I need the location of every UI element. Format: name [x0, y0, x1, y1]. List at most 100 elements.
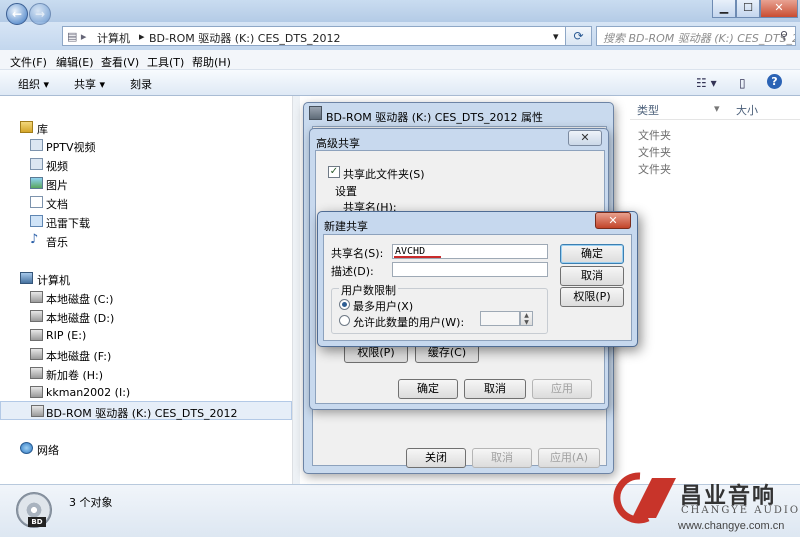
max-users-radio[interactable]	[339, 299, 350, 310]
max-users-label: 最多用户(X)	[353, 300, 414, 313]
row-type: 文件夹	[638, 146, 671, 159]
maximize-button[interactable]: ☐	[736, 0, 760, 18]
menu-file[interactable]: 文件(F)	[10, 54, 47, 70]
drive-icon	[30, 310, 43, 322]
chevron-down-icon[interactable]: ▾	[553, 30, 559, 43]
user-limit-label: 用户数限制	[339, 282, 398, 298]
share-name-underline	[394, 256, 441, 258]
drive-icon	[30, 386, 43, 398]
share-name-label: 共享名(S):	[331, 247, 384, 260]
changye-logo-icon	[613, 472, 676, 524]
refresh-icon[interactable]: ⟳	[566, 26, 592, 46]
menu-bar: 文件(F) 编辑(E) 查看(V) 工具(T) 帮助(H)	[0, 50, 800, 70]
search-icon[interactable]: ⚲	[780, 29, 788, 42]
new-share-ok-button[interactable]: 确定	[560, 244, 624, 264]
back-arrow-icon[interactable]: ←	[6, 3, 28, 25]
computer-icon	[20, 272, 33, 284]
navigation-pane: 库 PPTV视频 视频 图片 文档 迅雷下载 ♪ 音乐 计算机 本地磁盘 (C:…	[0, 96, 298, 484]
nav-item-pictures[interactable]: 图片	[0, 174, 292, 193]
spinner-icon[interactable]: ▲ ▼	[520, 311, 533, 326]
menu-help[interactable]: 帮助(H)	[192, 54, 231, 70]
advanced-cancel-button[interactable]: 取消	[464, 379, 526, 399]
allow-users-radio[interactable]	[339, 315, 350, 326]
network-icon	[20, 442, 33, 454]
nav-drive-k[interactable]: BD-ROM 驱动器 (K:) CES_DTS_2012	[0, 401, 292, 420]
share-folder-checkbox[interactable]: ✓	[328, 166, 340, 178]
drive-icon	[309, 106, 322, 120]
picture-library-icon	[30, 177, 43, 189]
drive-icon	[30, 348, 43, 360]
nav-item-videos[interactable]: 视频	[0, 155, 292, 174]
nav-item-music[interactable]: ♪ 音乐	[0, 231, 292, 250]
video-library-icon	[30, 139, 43, 151]
forward-arrow-icon[interactable]: →	[29, 3, 51, 25]
nav-computer[interactable]: 计算机	[0, 269, 292, 288]
nav-item-documents[interactable]: 文档	[0, 193, 292, 212]
nav-scrollbar[interactable]	[292, 96, 300, 484]
video-library-icon	[30, 158, 43, 170]
allow-users-label: 允许此数量的用户(W):	[353, 316, 465, 329]
download-folder-icon	[30, 215, 43, 227]
description-label: 描述(D):	[331, 265, 374, 278]
column-sort-icon: ▾	[714, 102, 720, 115]
nav-drive-h[interactable]: 新加卷 (H:)	[0, 364, 292, 383]
command-bar: 组织 ▾ 共享 ▾ 刻录 ☷ ▾ ▯ ?	[0, 70, 800, 96]
share-folder-label: 共享此文件夹(S)	[343, 168, 425, 181]
new-share-cancel-button[interactable]: 取消	[560, 266, 624, 286]
drive-icon: ▤ ▸	[67, 30, 87, 43]
advanced-sharing-title: 高级共享	[316, 137, 360, 150]
dvd-label: BD	[28, 517, 46, 527]
nav-network[interactable]: 网络	[0, 439, 292, 458]
close-icon[interactable]: ✕	[595, 212, 631, 229]
organize-button[interactable]: 组织 ▾	[18, 76, 49, 92]
properties-close-button[interactable]: 关闭	[406, 448, 466, 468]
advanced-apply-button[interactable]: 应用	[532, 379, 592, 399]
bd-rom-drive-icon	[31, 405, 44, 417]
nav-item-thunder-downloads[interactable]: 迅雷下载	[0, 212, 292, 231]
nav-drive-e[interactable]: RIP (E:)	[0, 326, 292, 345]
description-input[interactable]	[392, 262, 548, 277]
watermark-url: www.changye.com.cn	[678, 520, 785, 532]
address-bar[interactable]: ▤ ▸ 计算机 ▸ BD-ROM 驱动器 (K:) CES_DTS_2012 ▾	[62, 26, 566, 46]
windows-drive-icon	[30, 291, 43, 303]
nav-item-pptv[interactable]: PPTV视频	[0, 136, 292, 155]
window-titlebar	[0, 0, 800, 22]
close-window-button[interactable]: ✕	[760, 0, 798, 18]
menu-tools[interactable]: 工具(T)	[147, 54, 184, 70]
settings-label: 设置	[335, 185, 357, 198]
properties-cancel-button[interactable]: 取消	[472, 448, 532, 468]
properties-title: BD-ROM 驱动器 (K:) CES_DTS_2012 属性	[326, 111, 544, 124]
library-icon	[20, 121, 33, 133]
breadcrumb-drive[interactable]: BD-ROM 驱动器 (K:) CES_DTS_2012	[149, 30, 341, 46]
share-button[interactable]: 共享 ▾	[74, 76, 105, 92]
minimize-button[interactable]: ▁	[712, 0, 736, 18]
column-size[interactable]: 大小	[736, 102, 758, 118]
preview-pane-icon[interactable]: ▯	[739, 76, 746, 90]
nav-drive-f[interactable]: 本地磁盘 (F:)	[0, 345, 292, 364]
row-type: 文件夹	[638, 129, 671, 142]
nav-drive-d[interactable]: 本地磁盘 (D:)	[0, 307, 292, 326]
new-share-permissions-button[interactable]: 权限(P)	[560, 287, 624, 307]
view-options-icon[interactable]: ☷ ▾	[696, 76, 717, 90]
dvd-drive-icon	[30, 329, 43, 341]
column-type[interactable]: 类型	[637, 102, 659, 118]
menu-view[interactable]: 查看(V)	[101, 54, 139, 70]
nav-drive-i[interactable]: kkman2002 (I:)	[0, 383, 292, 402]
advanced-ok-button[interactable]: 确定	[398, 379, 458, 399]
help-icon[interactable]: ?	[767, 74, 782, 89]
burn-button[interactable]: 刻录	[130, 76, 152, 92]
nav-library[interactable]: 库	[0, 118, 292, 137]
column-header: 类型 ▾ 大小	[630, 96, 800, 120]
search-input[interactable]: 搜索 BD-ROM 驱动器 (K:) CES_DTS_2012	[596, 26, 796, 46]
chevron-right-icon: ▸	[139, 30, 145, 43]
user-count-input[interactable]	[480, 311, 520, 326]
nav-drive-c[interactable]: 本地磁盘 (C:)	[0, 288, 292, 307]
music-note-icon: ♪	[30, 232, 39, 247]
row-type: 文件夹	[638, 163, 671, 176]
breadcrumb-computer[interactable]: 计算机	[97, 30, 130, 46]
menu-edit[interactable]: 编辑(E)	[56, 54, 94, 70]
new-share-title: 新建共享	[324, 220, 368, 233]
watermark-subtitle: CHANGYE AUDIO	[681, 505, 800, 516]
properties-apply-button[interactable]: 应用(A)	[538, 448, 600, 468]
close-icon[interactable]: ✕	[568, 130, 602, 146]
